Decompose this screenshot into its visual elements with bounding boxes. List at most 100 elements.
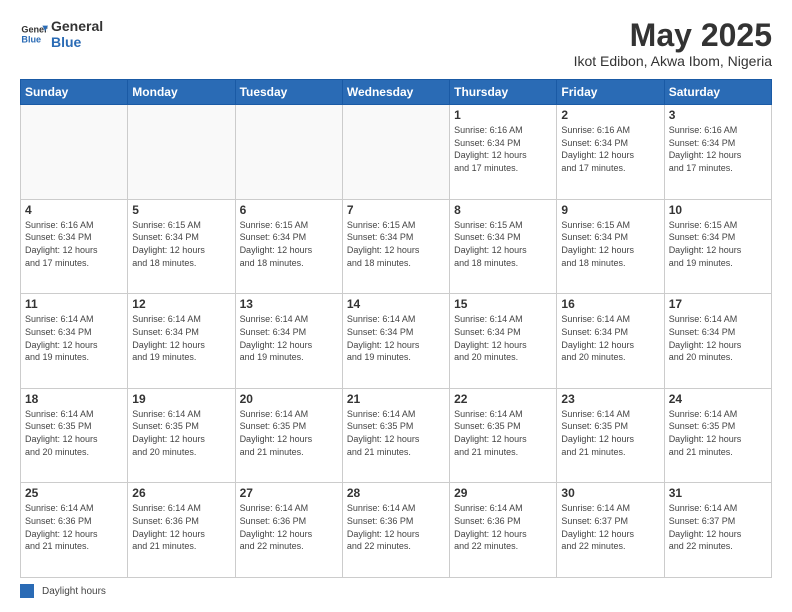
calendar-weekday-header: Friday	[557, 80, 664, 105]
calendar-day-cell: 25 Sunrise: 6:14 AM Sunset: 6:36 PM Dayli…	[21, 483, 128, 578]
day-number: 24	[669, 392, 767, 406]
calendar-day-cell	[235, 105, 342, 200]
day-number: 16	[561, 297, 659, 311]
day-number: 27	[240, 486, 338, 500]
calendar-weekday-header: Sunday	[21, 80, 128, 105]
calendar-weekday-header: Tuesday	[235, 80, 342, 105]
day-info: Sunrise: 6:14 AM Sunset: 6:36 PM Dayligh…	[25, 502, 123, 552]
day-info: Sunrise: 6:14 AM Sunset: 6:34 PM Dayligh…	[454, 313, 552, 363]
day-info: Sunrise: 6:15 AM Sunset: 6:34 PM Dayligh…	[347, 219, 445, 269]
calendar-day-cell: 28Sunrise: 6:14 AM Sunset: 6:36 PM Dayli…	[342, 483, 449, 578]
calendar-week-row: 25 Sunrise: 6:14 AM Sunset: 6:36 PM Dayli…	[21, 483, 772, 578]
calendar-day-cell: 14 Sunrise: 6:14 AM Sunset: 6:34 PM Dayli…	[342, 294, 449, 389]
calendar-day-cell: 7 Sunrise: 6:15 AM Sunset: 6:34 PM Daylig…	[342, 199, 449, 294]
calendar-day-cell: 15 Sunrise: 6:14 AM Sunset: 6:34 PM Dayli…	[450, 294, 557, 389]
day-number: 8	[454, 203, 552, 217]
calendar-day-cell: 26 Sunrise: 6:14 AM Sunset: 6:36 PM Dayli…	[128, 483, 235, 578]
calendar-day-cell: 13Sunrise: 6:14 AM Sunset: 6:34 PM Dayli…	[235, 294, 342, 389]
day-info: Sunrise: 6:14 AM Sunset: 6:35 PM Dayligh…	[669, 408, 767, 458]
calendar-day-cell: 24 Sunrise: 6:14 AM Sunset: 6:35 PM Dayli…	[664, 388, 771, 483]
day-info: Sunrise: 6:14 AM Sunset: 6:35 PM Dayligh…	[347, 408, 445, 458]
day-info: Sunrise: 6:14 AM Sunset: 6:35 PM Dayligh…	[454, 408, 552, 458]
calendar-day-cell: 20Sunrise: 6:14 AM Sunset: 6:35 PM Dayli…	[235, 388, 342, 483]
day-number: 3	[669, 108, 767, 122]
calendar-day-cell: 2 Sunrise: 6:16 AM Sunset: 6:34 PM Daylig…	[557, 105, 664, 200]
day-number: 1	[454, 108, 552, 122]
calendar-week-row: 18 Sunrise: 6:14 AM Sunset: 6:35 PM Dayli…	[21, 388, 772, 483]
calendar-day-cell: 22Sunrise: 6:14 AM Sunset: 6:35 PM Dayli…	[450, 388, 557, 483]
logo-blue: Blue	[51, 34, 103, 50]
day-info: Sunrise: 6:15 AM Sunset: 6:34 PM Dayligh…	[669, 219, 767, 269]
day-number: 11	[25, 297, 123, 311]
day-number: 15	[454, 297, 552, 311]
calendar-day-cell: 21 Sunrise: 6:14 AM Sunset: 6:35 PM Dayli…	[342, 388, 449, 483]
day-info: Sunrise: 6:14 AM Sunset: 6:36 PM Dayligh…	[240, 502, 338, 552]
day-info: Sunrise: 6:16 AM Sunset: 6:34 PM Dayligh…	[454, 124, 552, 174]
day-number: 23	[561, 392, 659, 406]
day-number: 17	[669, 297, 767, 311]
day-number: 18	[25, 392, 123, 406]
day-number: 25	[25, 486, 123, 500]
day-number: 10	[669, 203, 767, 217]
day-info: Sunrise: 6:16 AM Sunset: 6:34 PM Dayligh…	[669, 124, 767, 174]
logo: General Blue General Blue	[20, 18, 103, 50]
day-number: 26	[132, 486, 230, 500]
day-number: 28	[347, 486, 445, 500]
calendar-day-cell: 11 Sunrise: 6:14 AM Sunset: 6:34 PM Dayli…	[21, 294, 128, 389]
calendar-day-cell: 12 Sunrise: 6:14 AM Sunset: 6:34 PM Dayli…	[128, 294, 235, 389]
day-number: 12	[132, 297, 230, 311]
day-info: Sunrise: 6:14 AM Sunset: 6:35 PM Dayligh…	[25, 408, 123, 458]
day-info: Sunrise: 6:16 AM Sunset: 6:34 PM Dayligh…	[25, 219, 123, 269]
day-number: 29	[454, 486, 552, 500]
calendar-weekday-header: Wednesday	[342, 80, 449, 105]
day-info: Sunrise: 6:14 AM Sunset: 6:37 PM Dayligh…	[669, 502, 767, 552]
day-number: 4	[25, 203, 123, 217]
calendar-day-cell: 19Sunrise: 6:14 AM Sunset: 6:35 PM Dayli…	[128, 388, 235, 483]
day-number: 6	[240, 203, 338, 217]
header: General Blue General Blue May 2025 Ikot …	[20, 18, 772, 69]
day-info: Sunrise: 6:14 AM Sunset: 6:35 PM Dayligh…	[240, 408, 338, 458]
logo-icon: General Blue	[20, 20, 48, 48]
day-info: Sunrise: 6:15 AM Sunset: 6:34 PM Dayligh…	[240, 219, 338, 269]
day-number: 14	[347, 297, 445, 311]
day-number: 7	[347, 203, 445, 217]
legend-color-box	[20, 584, 34, 598]
day-info: Sunrise: 6:14 AM Sunset: 6:34 PM Dayligh…	[347, 313, 445, 363]
footer: Daylight hours	[20, 584, 772, 598]
calendar-day-cell: 17 Sunrise: 6:14 AM Sunset: 6:34 PM Dayli…	[664, 294, 771, 389]
calendar-day-cell: 6 Sunrise: 6:15 AM Sunset: 6:34 PM Daylig…	[235, 199, 342, 294]
day-info: Sunrise: 6:14 AM Sunset: 6:37 PM Dayligh…	[561, 502, 659, 552]
calendar-day-cell: 30 Sunrise: 6:14 AM Sunset: 6:37 PM Dayli…	[557, 483, 664, 578]
calendar-day-cell: 4 Sunrise: 6:16 AM Sunset: 6:34 PM Daylig…	[21, 199, 128, 294]
page-title: May 2025	[574, 18, 772, 53]
day-info: Sunrise: 6:14 AM Sunset: 6:35 PM Dayligh…	[561, 408, 659, 458]
calendar-weekday-header: Saturday	[664, 80, 771, 105]
day-info: Sunrise: 6:14 AM Sunset: 6:36 PM Dayligh…	[132, 502, 230, 552]
calendar-week-row: 11 Sunrise: 6:14 AM Sunset: 6:34 PM Dayli…	[21, 294, 772, 389]
title-block: May 2025 Ikot Edibon, Akwa Ibom, Nigeria	[574, 18, 772, 69]
calendar-weekday-header: Thursday	[450, 80, 557, 105]
calendar-week-row: 1 Sunrise: 6:16 AM Sunset: 6:34 PM Daylig…	[21, 105, 772, 200]
day-info: Sunrise: 6:14 AM Sunset: 6:34 PM Dayligh…	[25, 313, 123, 363]
day-info: Sunrise: 6:14 AM Sunset: 6:35 PM Dayligh…	[132, 408, 230, 458]
calendar-day-cell: 23 Sunrise: 6:14 AM Sunset: 6:35 PM Dayli…	[557, 388, 664, 483]
calendar-header-row: SundayMondayTuesdayWednesdayThursdayFrid…	[21, 80, 772, 105]
day-number: 21	[347, 392, 445, 406]
day-number: 9	[561, 203, 659, 217]
calendar-day-cell: 1 Sunrise: 6:16 AM Sunset: 6:34 PM Daylig…	[450, 105, 557, 200]
day-info: Sunrise: 6:14 AM Sunset: 6:34 PM Dayligh…	[669, 313, 767, 363]
day-info: Sunrise: 6:14 AM Sunset: 6:36 PM Dayligh…	[454, 502, 552, 552]
calendar-week-row: 4 Sunrise: 6:16 AM Sunset: 6:34 PM Daylig…	[21, 199, 772, 294]
calendar-day-cell	[21, 105, 128, 200]
day-info: Sunrise: 6:15 AM Sunset: 6:34 PM Dayligh…	[132, 219, 230, 269]
calendar-day-cell: 16Sunrise: 6:14 AM Sunset: 6:34 PM Dayli…	[557, 294, 664, 389]
day-info: Sunrise: 6:14 AM Sunset: 6:34 PM Dayligh…	[132, 313, 230, 363]
day-info: Sunrise: 6:16 AM Sunset: 6:34 PM Dayligh…	[561, 124, 659, 174]
day-number: 31	[669, 486, 767, 500]
calendar-day-cell: 5 Sunrise: 6:15 AM Sunset: 6:34 PM Daylig…	[128, 199, 235, 294]
calendar-day-cell	[342, 105, 449, 200]
day-number: 2	[561, 108, 659, 122]
day-number: 5	[132, 203, 230, 217]
day-info: Sunrise: 6:15 AM Sunset: 6:34 PM Dayligh…	[454, 219, 552, 269]
day-number: 30	[561, 486, 659, 500]
